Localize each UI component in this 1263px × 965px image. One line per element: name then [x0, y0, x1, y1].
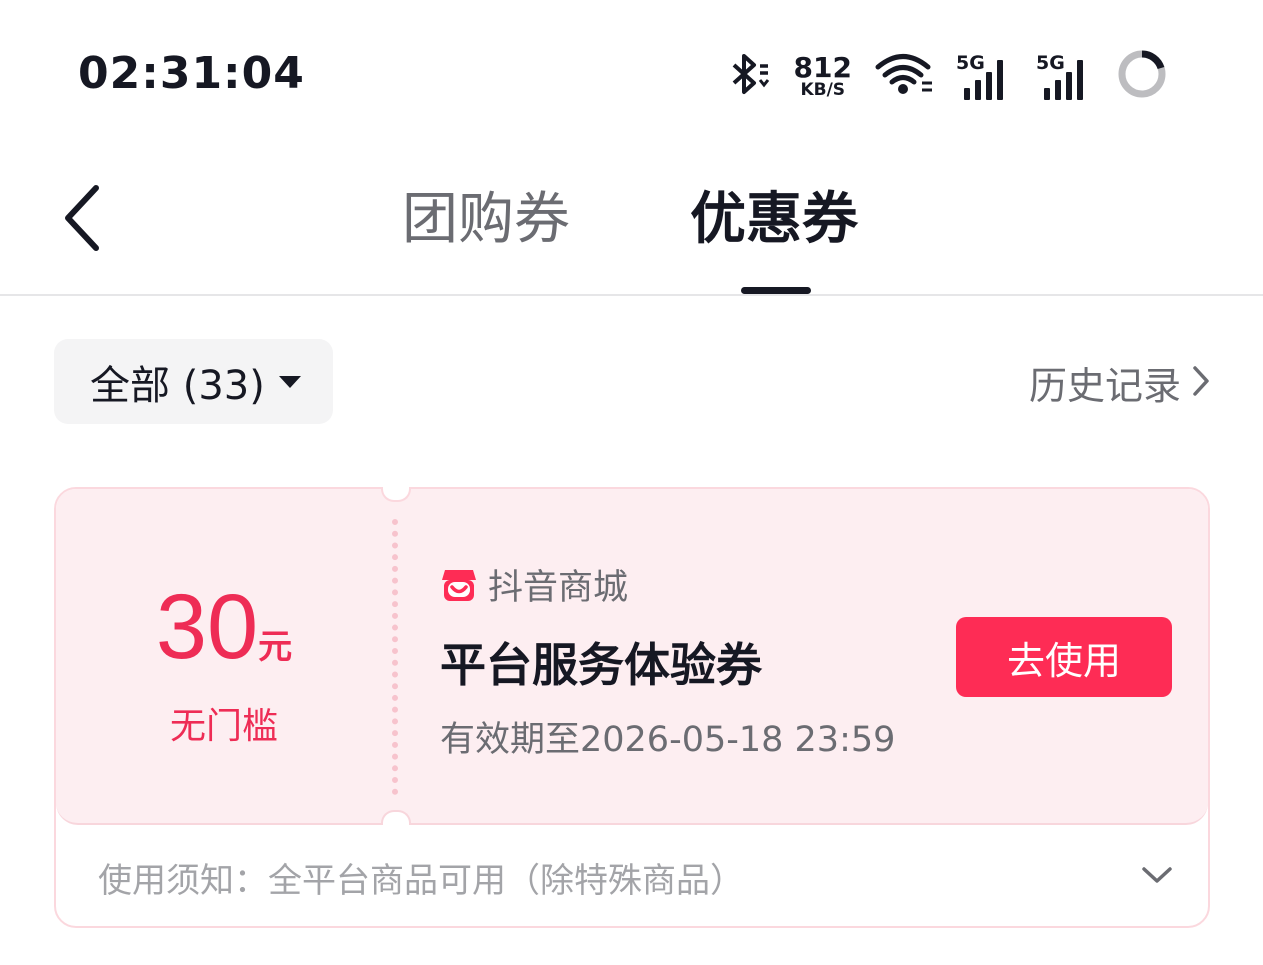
store-icon [440, 566, 478, 604]
network-speed-unit: KB/S [800, 79, 846, 100]
network-speed: 812 KB/S [793, 50, 852, 100]
coupon-card: 30元 无门槛 抖音商城 平台服务体验券 有效期至2026-05-18 23:5… [54, 487, 1210, 928]
chevron-right-icon [1191, 364, 1211, 402]
coupon-title: 平台服务体验券 [440, 638, 762, 692]
chevron-left-icon [65, 185, 99, 251]
coupon-page: 02:31:04 812 KB/S 5G 5G 团购券 优惠券 全部 (33) … [0, 0, 1263, 965]
battery-ring-icon [1116, 48, 1168, 104]
network-speed-value: 812 [793, 50, 852, 84]
status-icons: 812 KB/S 5G 5G [726, 48, 1168, 104]
coupon-ticket: 30元 无门槛 抖音商城 平台服务体验券 有效期至2026-05-18 23:5… [56, 487, 1208, 825]
back-button[interactable] [58, 180, 108, 256]
shop-name: 抖音商城 [488, 568, 629, 608]
usage-notes-text: 使用须知：全平台商品可用（除特殊商品） [98, 860, 744, 901]
coupon-amount-value: 30 [155, 576, 259, 678]
caret-down-icon [278, 375, 301, 388]
coupon-shop: 抖音商城 [440, 559, 628, 610]
wifi-icon [874, 51, 934, 101]
ticket-notch-top [381, 487, 411, 502]
active-tab-indicator [741, 287, 811, 294]
coupon-threshold: 无门槛 [169, 706, 278, 747]
filter-label: 全部 (33) [90, 362, 265, 409]
use-coupon-button[interactable]: 去使用 [956, 617, 1172, 697]
header-divider [0, 294, 1263, 296]
status-time: 02:31:04 [78, 48, 305, 99]
coupon-amount: 30元 [56, 577, 392, 677]
tab-coupons[interactable]: 优惠券 [690, 185, 858, 255]
ticket-perforation [392, 519, 398, 795]
ticket-notch-bottom [381, 810, 411, 825]
signal-5g-icon: 5G [956, 52, 1014, 100]
bluetooth-icon [726, 51, 772, 101]
history-label: 历史记录 [1028, 364, 1181, 408]
usage-notes-toggle[interactable]: 使用须知：全平台商品可用（除特殊商品） [98, 849, 1174, 905]
coupon-expiry: 有效期至2026-05-18 23:59 [440, 720, 896, 760]
tab-group-buy[interactable]: 团购券 [402, 185, 570, 255]
coupon-amount-unit: 元 [258, 627, 293, 667]
signal-5g-icon: 5G [1036, 52, 1094, 100]
chevron-down-icon [1140, 864, 1174, 890]
history-link[interactable]: 历史记录 [1029, 355, 1211, 410]
filter-dropdown[interactable]: 全部 (33) [54, 339, 333, 424]
